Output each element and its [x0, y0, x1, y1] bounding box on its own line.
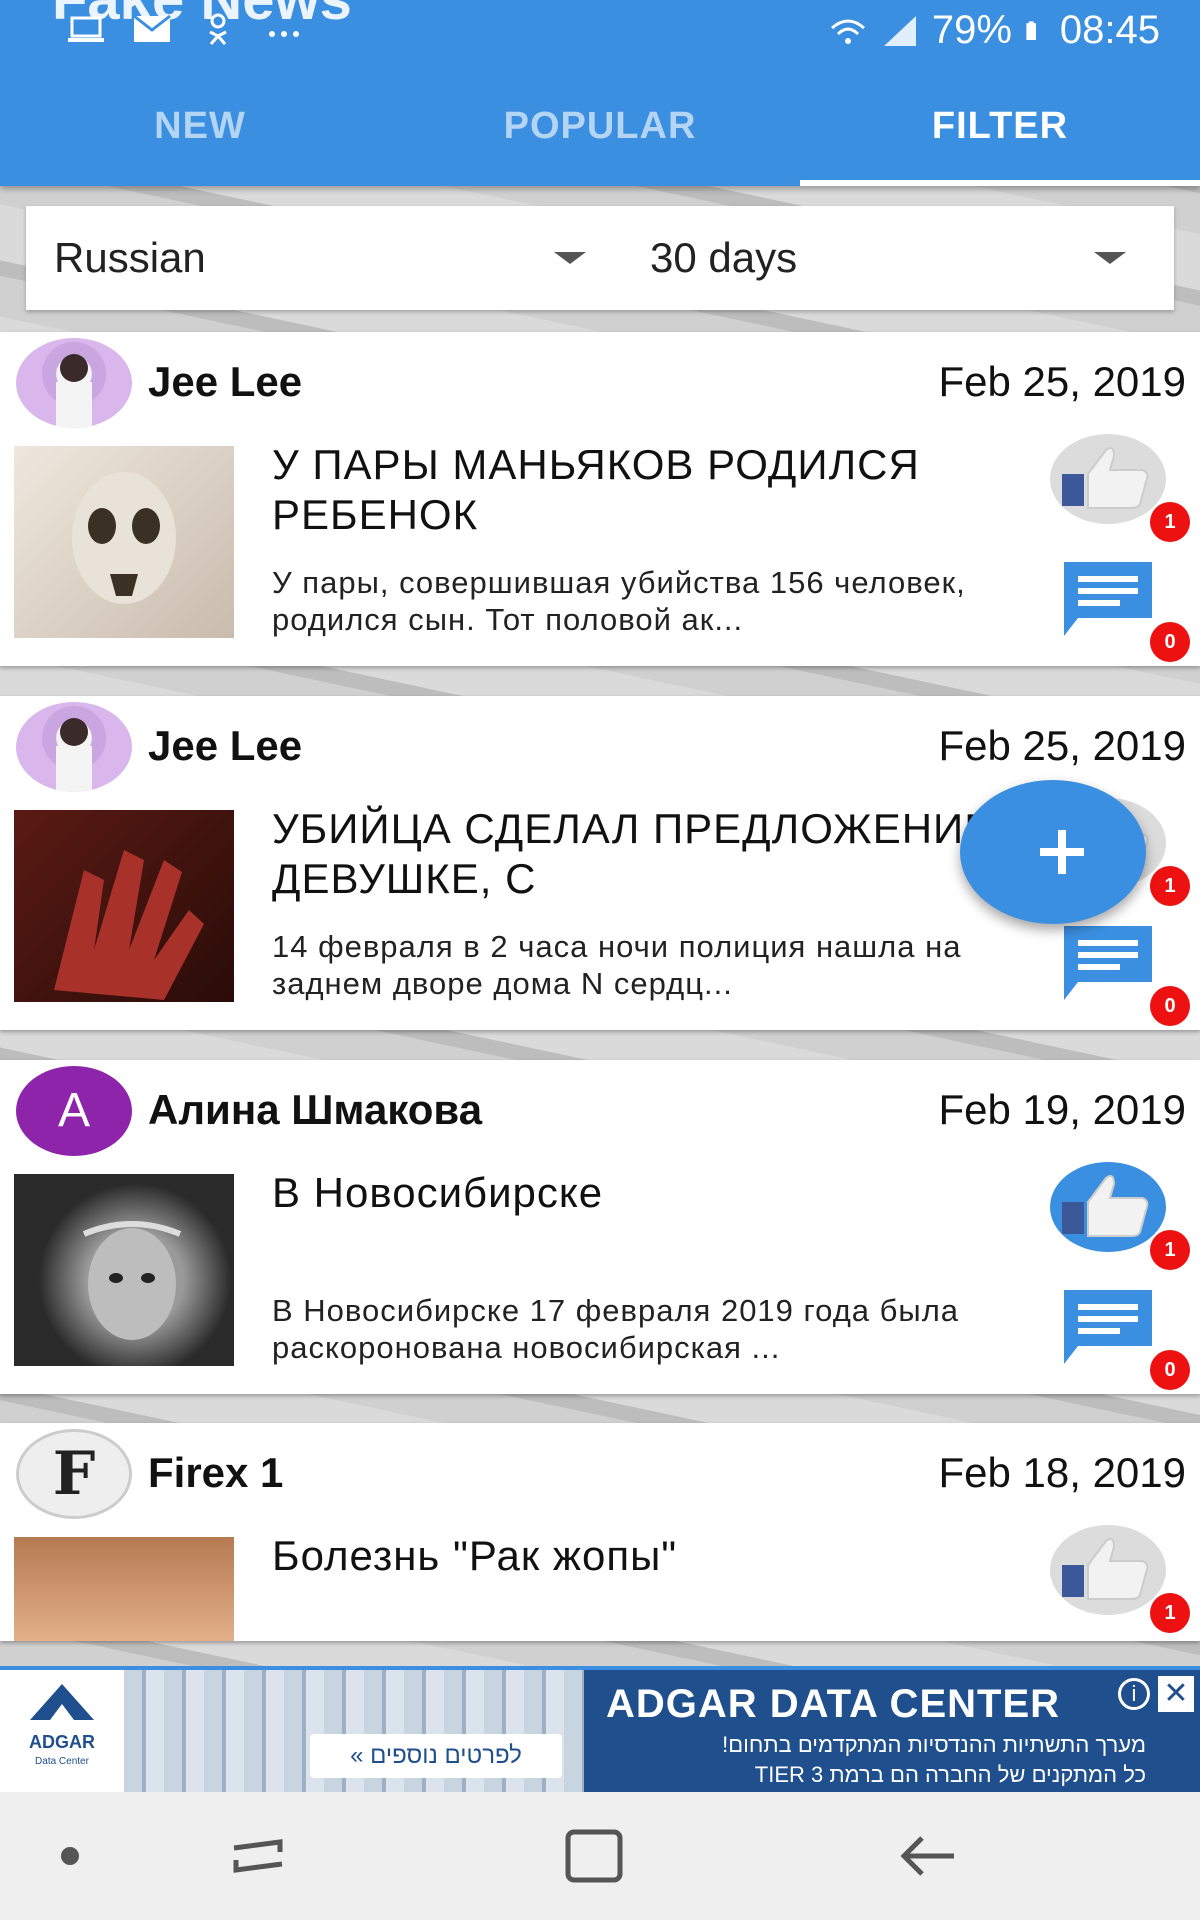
add-post-button[interactable]	[960, 780, 1146, 924]
post-title[interactable]: В Новосибирске	[272, 1168, 1012, 1218]
ad-logo: ADGAR Data Center	[0, 1670, 124, 1792]
comments-count-badge: 0	[1150, 622, 1190, 662]
signal-icon	[883, 15, 916, 46]
more-notifications-icon	[269, 31, 299, 37]
clock: 08:45	[1059, 8, 1160, 52]
back-icon[interactable]	[890, 1822, 970, 1890]
chevron-down-icon	[1094, 252, 1126, 264]
comment-button[interactable]	[1060, 558, 1156, 640]
post-date: Feb 18, 2019	[938, 1449, 1186, 1496]
post-card[interactable]: F Firex 1 Feb 18, 2019 Болезнь "Рак жопы…	[0, 1423, 1200, 1641]
post-thumbnail[interactable]	[14, 1537, 234, 1641]
post-card[interactable]: Jee Lee Feb 25, 2019 У ПАРЫ МАНЬЯКОВ РОД…	[0, 332, 1200, 666]
ad-line-2: כל המתקנים של החברה הם ברמת TIER 3	[754, 1762, 1146, 1787]
dot-icon[interactable]	[30, 1822, 110, 1890]
like-button[interactable]	[1050, 1525, 1166, 1615]
likes-count-badge: 1	[1150, 502, 1190, 542]
recent-apps-icon[interactable]	[218, 1822, 298, 1890]
ad-logo-text: ADGAR	[29, 1732, 95, 1752]
battery-percent: 79%	[931, 8, 1012, 52]
post-date: Feb 19, 2019	[938, 1086, 1186, 1133]
post-excerpt: В Новосибирске 17 февраля 2019 года была…	[272, 1293, 960, 1365]
ad-logo-subtext: Data Center	[35, 1756, 89, 1767]
wifi-icon	[830, 19, 865, 44]
comments-count-badge: 0	[1150, 986, 1190, 1026]
likes-count-badge: 1	[1150, 866, 1190, 906]
ad-logo-icon	[30, 1684, 94, 1720]
post-thumbnail[interactable]	[14, 446, 234, 638]
post-title[interactable]: Болезнь "Рак жопы"	[272, 1531, 1012, 1581]
post-excerpt: 14 февраля в 2 часа ночи полиция нашла н…	[272, 929, 962, 1001]
post-date: Feb 25, 2019	[938, 358, 1186, 405]
comments-count-badge: 0	[1150, 1350, 1190, 1390]
comment-icon	[1064, 1290, 1152, 1364]
app-bar: Fake News 79% 08:45 NEW POPULAR FILTER	[0, 0, 1200, 186]
period-dropdown[interactable]: 30 days	[650, 206, 1170, 310]
avatar[interactable]	[16, 702, 132, 792]
battery-icon	[1026, 20, 1036, 40]
ad-title: ADGAR DATA CENTER	[606, 1682, 1061, 1726]
likes-count-badge: 1	[1150, 1230, 1190, 1270]
author-name[interactable]: Firex 1	[148, 1449, 283, 1497]
odnoklassniki-icon	[209, 13, 227, 45]
author-name[interactable]: Jee Lee	[148, 722, 302, 770]
ad-info-icon[interactable]: i	[1118, 1678, 1150, 1710]
comment-icon	[1064, 926, 1152, 1000]
home-icon[interactable]	[554, 1822, 634, 1890]
tab-popular[interactable]: POPULAR	[400, 84, 800, 168]
post-card[interactable]: A Алина Шмакова Feb 19, 2019 В Новосибир…	[0, 1060, 1200, 1394]
thumbs-up-icon	[1062, 1175, 1149, 1237]
avatar[interactable]: A	[16, 1066, 132, 1156]
ad-banner[interactable]: ADGAR Data Center לפרטים נוספים » ADGAR …	[0, 1666, 1200, 1792]
ad-line-1: מערך התשתיות ההנדסיות המתקדמים בתחום!	[722, 1732, 1146, 1757]
comment-button[interactable]	[1060, 922, 1156, 1004]
thumbs-up-icon	[1062, 447, 1149, 509]
laptop-icon	[68, 16, 104, 42]
thumbs-up-icon	[1062, 1538, 1149, 1600]
avatar[interactable]: F	[16, 1429, 132, 1519]
author-name[interactable]: Алина Шмакова	[148, 1086, 482, 1134]
tab-filter[interactable]: FILTER	[800, 84, 1200, 168]
ad-cta-button[interactable]: לפרטים נוספים »	[310, 1734, 562, 1778]
like-button[interactable]	[1050, 434, 1166, 524]
period-value: 30 days	[650, 234, 798, 281]
post-date: Feb 25, 2019	[938, 722, 1186, 769]
like-button[interactable]	[1050, 1162, 1166, 1252]
comment-icon	[1064, 562, 1152, 636]
likes-count-badge: 1	[1150, 1593, 1190, 1633]
post-thumbnail[interactable]	[14, 1174, 234, 1366]
language-dropdown[interactable]: Russian	[54, 206, 614, 310]
author-name[interactable]: Jee Lee	[148, 358, 302, 406]
avatar[interactable]	[16, 338, 132, 428]
tab-new[interactable]: NEW	[0, 84, 400, 168]
status-bar: Fake News 79% 08:45	[0, 0, 1200, 62]
filter-bar: Russian 30 days	[26, 206, 1174, 310]
mail-icon	[133, 14, 171, 42]
language-value: Russian	[54, 234, 206, 281]
post-thumbnail[interactable]	[14, 810, 234, 1002]
chevron-down-icon	[554, 252, 586, 264]
post-title[interactable]: УБИЙЦА СДЕЛАЛ ПРЕДЛОЖЕНИЕ ДЕВУШКЕ, С	[272, 804, 1012, 904]
tab-bar: NEW POPULAR FILTER	[0, 84, 1200, 168]
system-nav-bar	[0, 1792, 1200, 1920]
ad-close-icon[interactable]: ✕	[1158, 1676, 1194, 1712]
tab-indicator	[800, 180, 1200, 186]
post-title[interactable]: У ПАРЫ МАНЬЯКОВ РОДИЛСЯ РЕБЕНОК	[272, 440, 1012, 540]
post-excerpt: У пары, совершившая убийства 156 человек…	[272, 565, 966, 637]
comment-button[interactable]	[1060, 1286, 1156, 1368]
